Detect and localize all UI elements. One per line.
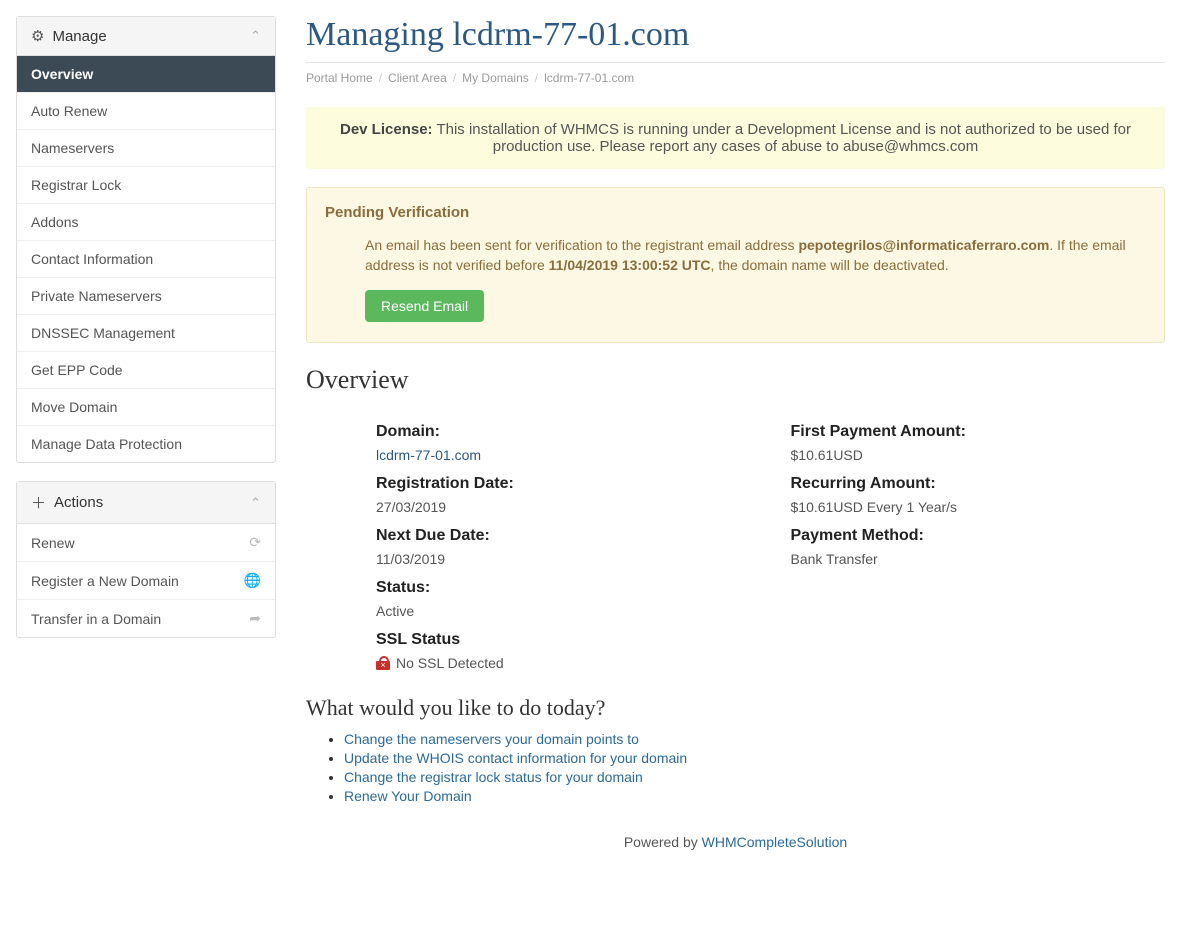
ssl-status-label: SSL Status [376, 631, 751, 649]
manage-heading-label: Manage [52, 28, 106, 45]
due-date-value: 11/03/2019 [376, 551, 751, 567]
reg-date-label: Registration Date: [376, 475, 751, 493]
manage-panel: ⚙ Manage ⌃ Overview Auto Renew Nameserve… [16, 16, 276, 463]
todo-change-nameservers[interactable]: Change the nameservers your domain point… [344, 731, 639, 747]
share-icon: ➦ [249, 610, 261, 627]
sidebar-item-auto-renew[interactable]: Auto Renew [17, 92, 275, 129]
footer-link[interactable]: WHMCompleteSolution [702, 834, 848, 850]
chevron-up-icon: ⌃ [250, 28, 261, 44]
ssl-status-value: No SSL Detected [376, 655, 751, 671]
gear-icon: ⚙ [31, 27, 44, 45]
action-register-new[interactable]: Register a New Domain 🌐 [17, 561, 275, 599]
due-date-label: Next Due Date: [376, 527, 751, 545]
domain-link[interactable]: lcdrm-77-01.com [376, 447, 481, 463]
todo-update-whois[interactable]: Update the WHOIS contact information for… [344, 750, 687, 766]
sidebar-item-data-protection[interactable]: Manage Data Protection [17, 425, 275, 462]
resend-email-button[interactable]: Resend Email [365, 290, 484, 322]
payment-method-label: Payment Method: [791, 527, 1166, 545]
breadcrumb-current: lcdrm-77-01.com [544, 71, 634, 85]
pending-message: An email has been sent for verification … [365, 235, 1146, 276]
todo-renew-domain[interactable]: Renew Your Domain [344, 788, 472, 804]
overview-heading: Overview [306, 365, 1165, 395]
pending-title: Pending Verification [325, 204, 1146, 221]
actions-panel-heading[interactable]: ＋ Actions ⌃ [17, 482, 275, 524]
page-title: Managing lcdrm-77-01.com [306, 16, 1165, 63]
actions-panel: ＋ Actions ⌃ Renew ⟳ Register a New Domai… [16, 481, 276, 638]
breadcrumb-client-area[interactable]: Client Area [388, 71, 447, 85]
actions-heading-label: Actions [54, 494, 103, 511]
todo-change-registrar-lock[interactable]: Change the registrar lock status for you… [344, 769, 643, 785]
payment-method-value: Bank Transfer [791, 551, 1166, 567]
sidebar-item-move-domain[interactable]: Move Domain [17, 388, 275, 425]
dev-license-label: Dev License: [340, 121, 433, 138]
pending-verification-banner: Pending Verification An email has been s… [306, 187, 1165, 343]
manage-panel-heading[interactable]: ⚙ Manage ⌃ [17, 17, 275, 56]
sidebar-item-epp[interactable]: Get EPP Code [17, 351, 275, 388]
dev-license-banner: Dev License: This installation of WHMCS … [306, 107, 1165, 169]
sidebar-item-overview[interactable]: Overview [17, 56, 275, 92]
breadcrumb-my-domains[interactable]: My Domains [462, 71, 529, 85]
todo-list: Change the nameservers your domain point… [306, 731, 1165, 804]
todo-heading: What would you like to do today? [306, 695, 1165, 721]
sidebar-item-registrar-lock[interactable]: Registrar Lock [17, 166, 275, 203]
status-value: Active [376, 603, 751, 619]
overview-columns: Domain: lcdrm-77-01.com Registration Dat… [306, 411, 1165, 671]
first-payment-value: $10.61USD [791, 447, 1166, 463]
actions-list: Renew ⟳ Register a New Domain 🌐 Transfer… [17, 524, 275, 637]
breadcrumb-portal-home[interactable]: Portal Home [306, 71, 373, 85]
sidebar-item-dnssec[interactable]: DNSSEC Management [17, 314, 275, 351]
refresh-icon: ⟳ [249, 534, 261, 551]
plus-icon: ＋ [31, 492, 46, 513]
recurring-value: $10.61USD Every 1 Year/s [791, 499, 1166, 515]
lock-error-icon [376, 656, 390, 670]
dev-license-text: This installation of WHMCS is running un… [436, 121, 1131, 155]
overview-left-col: Domain: lcdrm-77-01.com Registration Dat… [376, 411, 751, 671]
manage-list: Overview Auto Renew Nameservers Registra… [17, 56, 275, 462]
action-transfer-in[interactable]: Transfer in a Domain ➦ [17, 599, 275, 637]
status-label: Status: [376, 579, 751, 597]
recurring-label: Recurring Amount: [791, 475, 1166, 493]
sidebar-item-addons[interactable]: Addons [17, 203, 275, 240]
action-renew[interactable]: Renew ⟳ [17, 524, 275, 561]
domain-label: Domain: [376, 423, 751, 441]
footer: Powered by WHMCompleteSolution [306, 834, 1165, 850]
reg-date-value: 27/03/2019 [376, 499, 751, 515]
first-payment-label: First Payment Amount: [791, 423, 1166, 441]
chevron-up-icon: ⌃ [250, 495, 261, 511]
breadcrumb: Portal Home Client Area My Domains lcdrm… [306, 71, 1165, 85]
overview-right-col: First Payment Amount: $10.61USD Recurrin… [791, 411, 1166, 671]
sidebar-item-contact-information[interactable]: Contact Information [17, 240, 275, 277]
sidebar-item-nameservers[interactable]: Nameservers [17, 129, 275, 166]
globe-icon: 🌐 [244, 572, 261, 589]
sidebar-item-private-nameservers[interactable]: Private Nameservers [17, 277, 275, 314]
